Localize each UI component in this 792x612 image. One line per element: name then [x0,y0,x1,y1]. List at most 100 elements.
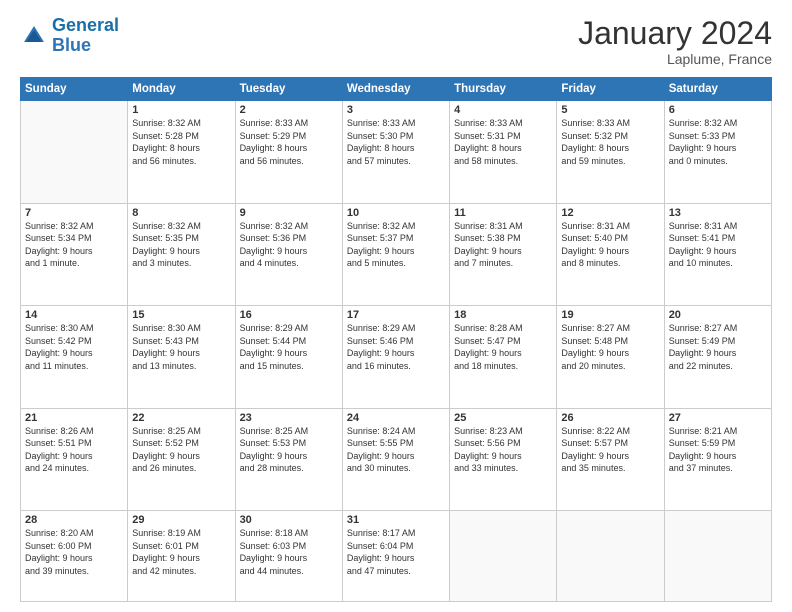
day-info: Sunrise: 8:32 AMSunset: 5:34 PMDaylight:… [25,220,123,270]
table-row: 13Sunrise: 8:31 AMSunset: 5:41 PMDayligh… [664,203,771,305]
day-number: 11 [454,207,552,219]
day-number: 17 [347,309,445,321]
col-friday: Friday [557,78,664,101]
day-number: 24 [347,412,445,424]
day-info: Sunrise: 8:27 AMSunset: 5:48 PMDaylight:… [561,322,659,372]
day-info: Sunrise: 8:33 AMSunset: 5:32 PMDaylight:… [561,117,659,167]
day-number: 4 [454,104,552,116]
day-info: Sunrise: 8:30 AMSunset: 5:43 PMDaylight:… [132,322,230,372]
header: General Blue January 2024 Laplume, Franc… [20,16,772,67]
month-title: January 2024 [578,16,772,51]
day-info: Sunrise: 8:17 AMSunset: 6:04 PMDaylight:… [347,527,445,577]
day-info: Sunrise: 8:31 AMSunset: 5:40 PMDaylight:… [561,220,659,270]
logo: General Blue [20,16,119,56]
page: General Blue January 2024 Laplume, Franc… [0,0,792,612]
day-number: 18 [454,309,552,321]
table-row: 31Sunrise: 8:17 AMSunset: 6:04 PMDayligh… [342,510,449,601]
day-number: 1 [132,104,230,116]
table-row: 16Sunrise: 8:29 AMSunset: 5:44 PMDayligh… [235,306,342,408]
day-number: 19 [561,309,659,321]
calendar-header-row: Sunday Monday Tuesday Wednesday Thursday… [21,78,772,101]
table-row [557,510,664,601]
table-row: 8Sunrise: 8:32 AMSunset: 5:35 PMDaylight… [128,203,235,305]
table-row: 18Sunrise: 8:28 AMSunset: 5:47 PMDayligh… [450,306,557,408]
day-number: 25 [454,412,552,424]
day-number: 14 [25,309,123,321]
table-row: 15Sunrise: 8:30 AMSunset: 5:43 PMDayligh… [128,306,235,408]
day-number: 8 [132,207,230,219]
day-info: Sunrise: 8:21 AMSunset: 5:59 PMDaylight:… [669,425,767,475]
day-info: Sunrise: 8:32 AMSunset: 5:36 PMDaylight:… [240,220,338,270]
day-info: Sunrise: 8:31 AMSunset: 5:38 PMDaylight:… [454,220,552,270]
day-number: 6 [669,104,767,116]
table-row: 23Sunrise: 8:25 AMSunset: 5:53 PMDayligh… [235,408,342,510]
table-row: 19Sunrise: 8:27 AMSunset: 5:48 PMDayligh… [557,306,664,408]
col-sunday: Sunday [21,78,128,101]
table-row: 24Sunrise: 8:24 AMSunset: 5:55 PMDayligh… [342,408,449,510]
day-number: 23 [240,412,338,424]
table-row: 10Sunrise: 8:32 AMSunset: 5:37 PMDayligh… [342,203,449,305]
day-number: 31 [347,514,445,526]
day-number: 13 [669,207,767,219]
col-monday: Monday [128,78,235,101]
table-row: 11Sunrise: 8:31 AMSunset: 5:38 PMDayligh… [450,203,557,305]
table-row: 20Sunrise: 8:27 AMSunset: 5:49 PMDayligh… [664,306,771,408]
day-info: Sunrise: 8:25 AMSunset: 5:52 PMDaylight:… [132,425,230,475]
table-row: 30Sunrise: 8:18 AMSunset: 6:03 PMDayligh… [235,510,342,601]
table-row: 17Sunrise: 8:29 AMSunset: 5:46 PMDayligh… [342,306,449,408]
day-number: 30 [240,514,338,526]
table-row: 2Sunrise: 8:33 AMSunset: 5:29 PMDaylight… [235,101,342,203]
col-wednesday: Wednesday [342,78,449,101]
day-number: 7 [25,207,123,219]
day-info: Sunrise: 8:18 AMSunset: 6:03 PMDaylight:… [240,527,338,577]
table-row: 29Sunrise: 8:19 AMSunset: 6:01 PMDayligh… [128,510,235,601]
table-row: 22Sunrise: 8:25 AMSunset: 5:52 PMDayligh… [128,408,235,510]
table-row: 28Sunrise: 8:20 AMSunset: 6:00 PMDayligh… [21,510,128,601]
title-block: January 2024 Laplume, France [578,16,772,67]
calendar-row-4: 28Sunrise: 8:20 AMSunset: 6:00 PMDayligh… [21,510,772,601]
table-row: 4Sunrise: 8:33 AMSunset: 5:31 PMDaylight… [450,101,557,203]
day-info: Sunrise: 8:33 AMSunset: 5:30 PMDaylight:… [347,117,445,167]
day-info: Sunrise: 8:29 AMSunset: 5:44 PMDaylight:… [240,322,338,372]
day-number: 27 [669,412,767,424]
day-number: 2 [240,104,338,116]
day-number: 15 [132,309,230,321]
day-info: Sunrise: 8:30 AMSunset: 5:42 PMDaylight:… [25,322,123,372]
day-info: Sunrise: 8:32 AMSunset: 5:28 PMDaylight:… [132,117,230,167]
day-info: Sunrise: 8:31 AMSunset: 5:41 PMDaylight:… [669,220,767,270]
table-row: 1Sunrise: 8:32 AMSunset: 5:28 PMDaylight… [128,101,235,203]
day-info: Sunrise: 8:27 AMSunset: 5:49 PMDaylight:… [669,322,767,372]
col-tuesday: Tuesday [235,78,342,101]
day-info: Sunrise: 8:33 AMSunset: 5:29 PMDaylight:… [240,117,338,167]
day-number: 12 [561,207,659,219]
calendar-row-0: 1Sunrise: 8:32 AMSunset: 5:28 PMDaylight… [21,101,772,203]
calendar-table: Sunday Monday Tuesday Wednesday Thursday… [20,77,772,602]
day-number: 26 [561,412,659,424]
table-row [664,510,771,601]
table-row: 21Sunrise: 8:26 AMSunset: 5:51 PMDayligh… [21,408,128,510]
day-info: Sunrise: 8:32 AMSunset: 5:37 PMDaylight:… [347,220,445,270]
day-info: Sunrise: 8:28 AMSunset: 5:47 PMDaylight:… [454,322,552,372]
location: Laplume, France [578,51,772,67]
table-row: 14Sunrise: 8:30 AMSunset: 5:42 PMDayligh… [21,306,128,408]
day-info: Sunrise: 8:25 AMSunset: 5:53 PMDaylight:… [240,425,338,475]
day-info: Sunrise: 8:32 AMSunset: 5:35 PMDaylight:… [132,220,230,270]
day-info: Sunrise: 8:29 AMSunset: 5:46 PMDaylight:… [347,322,445,372]
day-number: 29 [132,514,230,526]
day-info: Sunrise: 8:20 AMSunset: 6:00 PMDaylight:… [25,527,123,577]
day-number: 3 [347,104,445,116]
logo-line2: Blue [52,35,91,55]
table-row: 25Sunrise: 8:23 AMSunset: 5:56 PMDayligh… [450,408,557,510]
logo-line1: General [52,15,119,35]
day-info: Sunrise: 8:26 AMSunset: 5:51 PMDaylight:… [25,425,123,475]
day-info: Sunrise: 8:32 AMSunset: 5:33 PMDaylight:… [669,117,767,167]
day-info: Sunrise: 8:24 AMSunset: 5:55 PMDaylight:… [347,425,445,475]
col-thursday: Thursday [450,78,557,101]
table-row: 7Sunrise: 8:32 AMSunset: 5:34 PMDaylight… [21,203,128,305]
table-row: 9Sunrise: 8:32 AMSunset: 5:36 PMDaylight… [235,203,342,305]
calendar-row-2: 14Sunrise: 8:30 AMSunset: 5:42 PMDayligh… [21,306,772,408]
day-number: 5 [561,104,659,116]
day-number: 22 [132,412,230,424]
day-info: Sunrise: 8:33 AMSunset: 5:31 PMDaylight:… [454,117,552,167]
day-number: 9 [240,207,338,219]
